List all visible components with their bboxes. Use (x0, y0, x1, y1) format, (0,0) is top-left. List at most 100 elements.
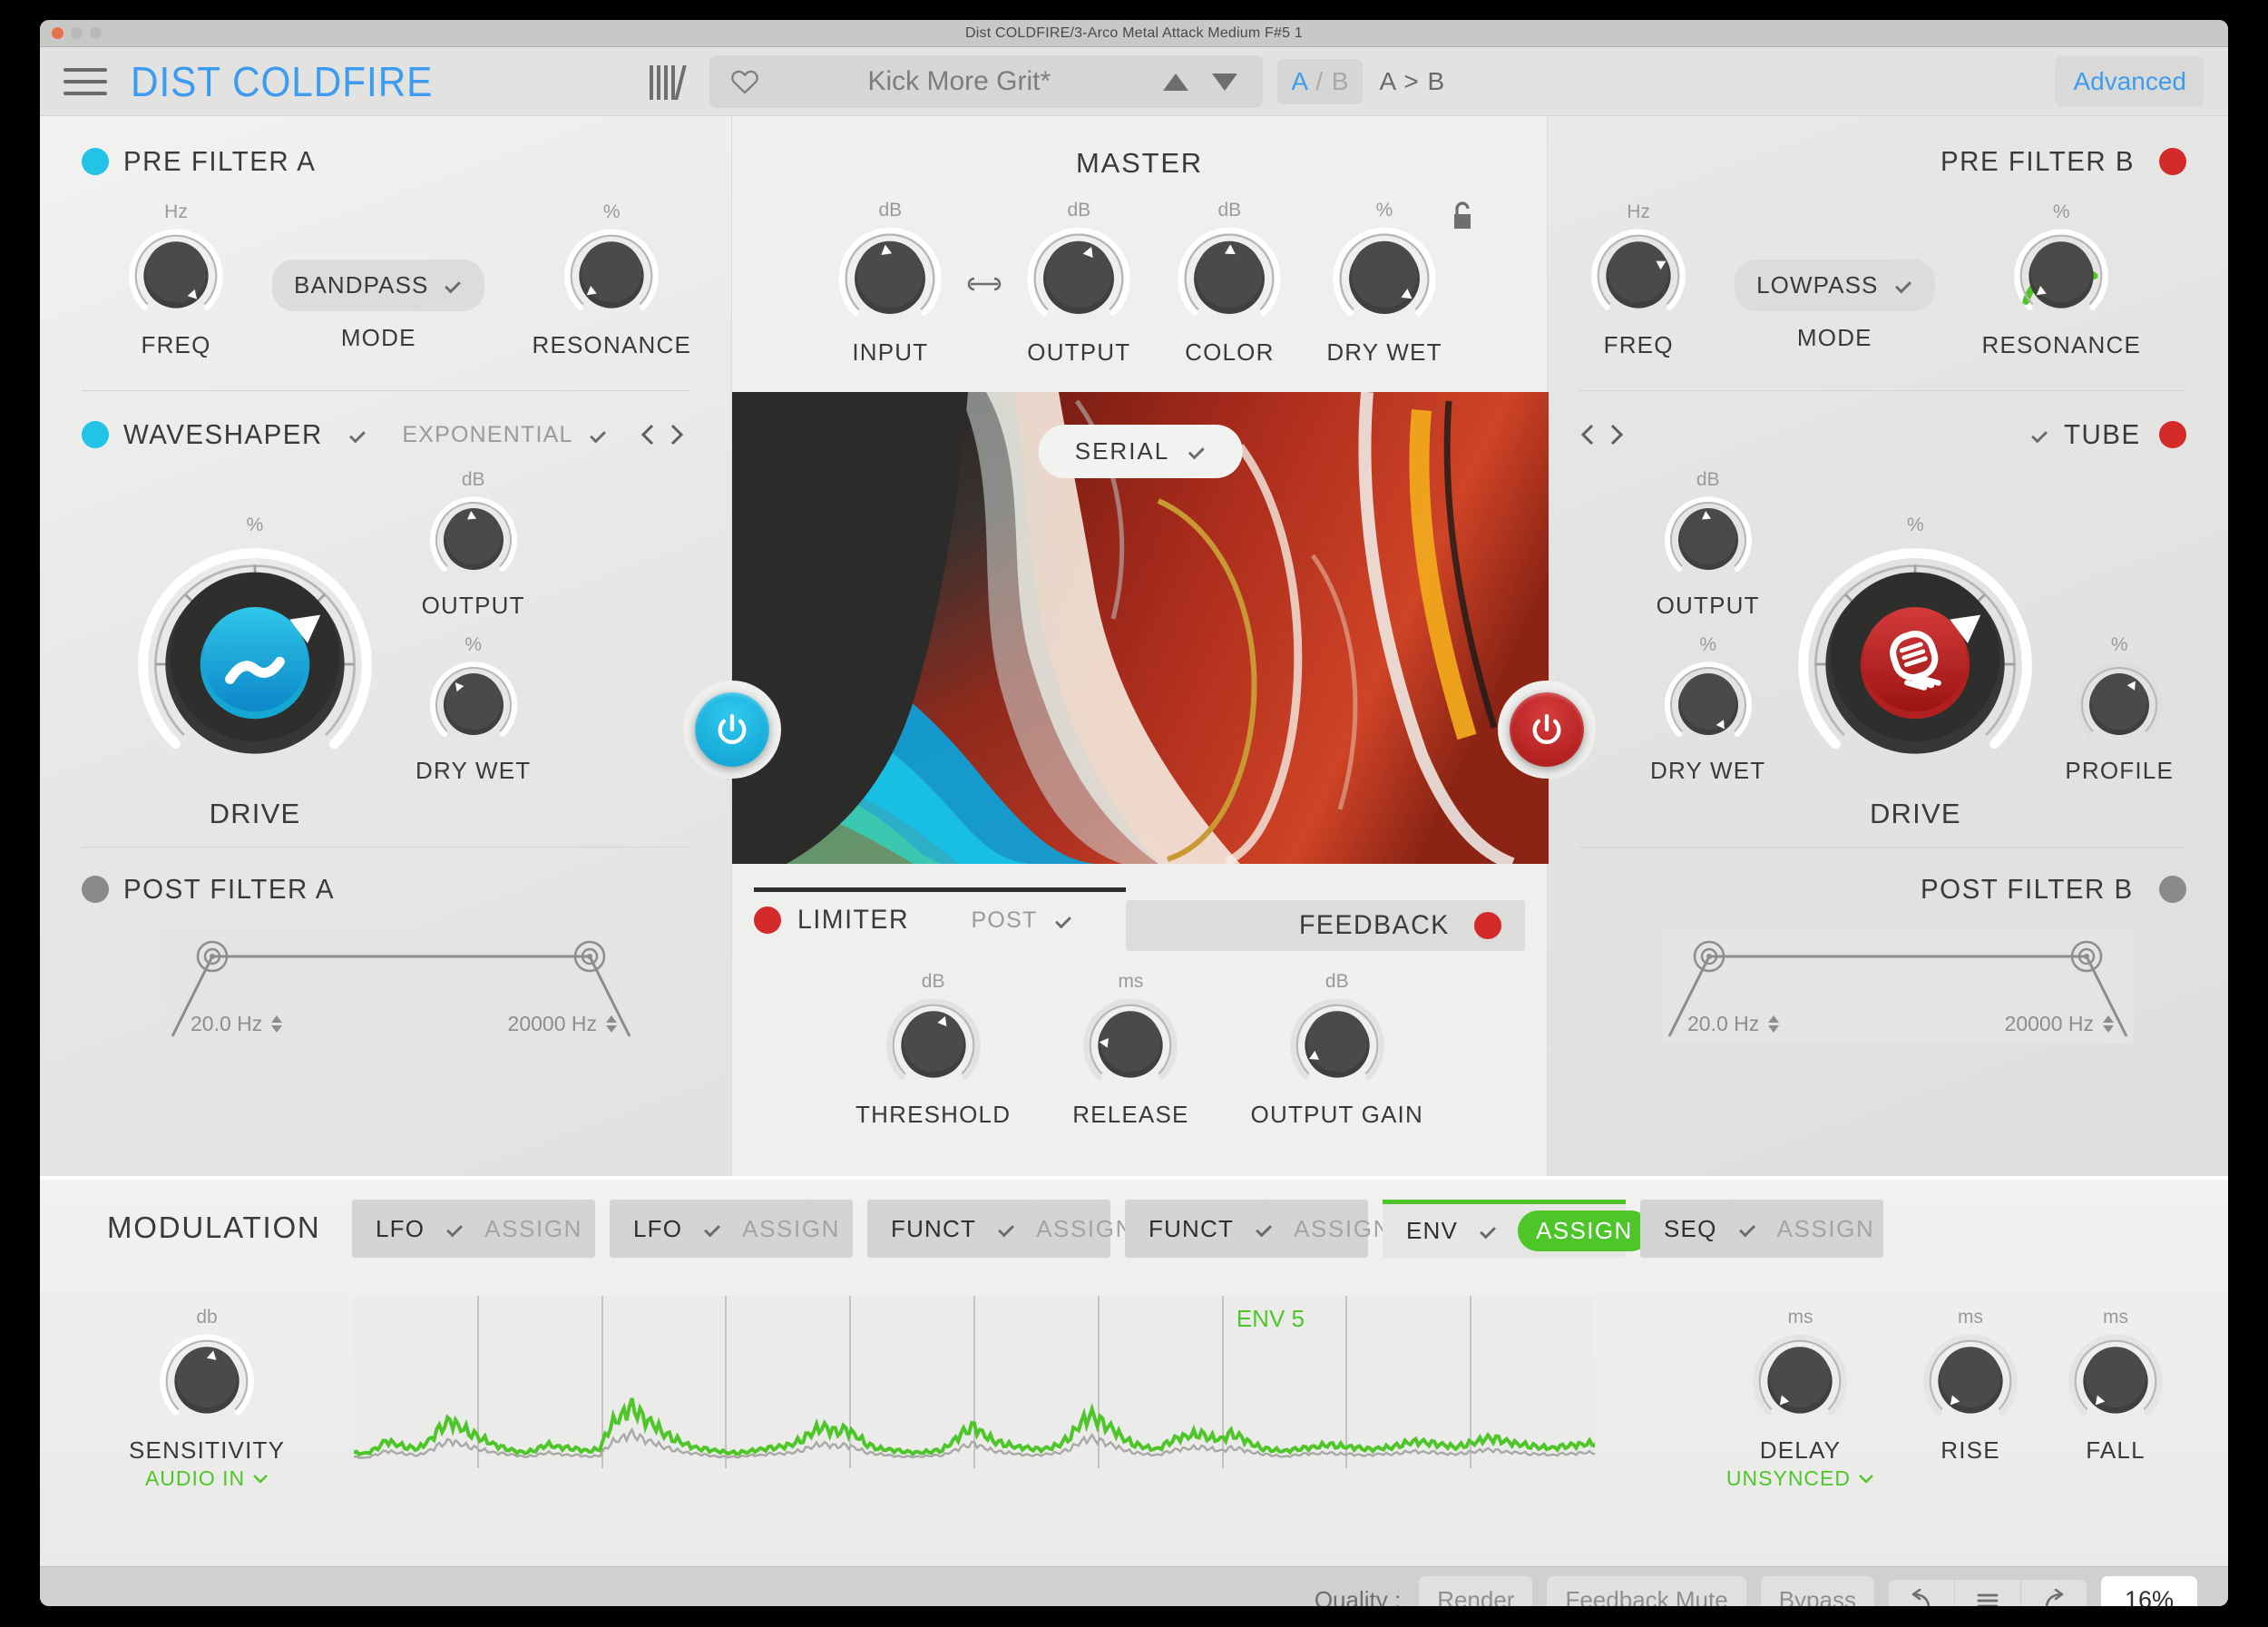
master-color-knob[interactable]: dB COLOR (1176, 200, 1283, 367)
assign-button[interactable]: ASSIGN (1777, 1215, 1875, 1243)
post-filter-a-led-icon[interactable] (82, 876, 109, 903)
knob-dial[interactable] (1176, 225, 1283, 332)
chevron-down-icon[interactable] (1254, 1223, 1274, 1235)
ab-b-label[interactable]: B (1332, 67, 1350, 95)
limiter-led-icon[interactable] (754, 907, 781, 934)
chevron-left-icon[interactable] (1579, 421, 1597, 448)
waveshaper-led-icon[interactable] (82, 421, 109, 448)
modulation-fall-knob[interactable]: ms FALL (2067, 1307, 2165, 1465)
knob-dial[interactable] (127, 227, 225, 325)
assign-button[interactable]: ASSIGN (1294, 1215, 1392, 1243)
preset-bar[interactable]: Kick More Grit* (709, 54, 1264, 108)
post-filter-b-led-icon[interactable] (2159, 876, 2186, 903)
knob-dial[interactable] (428, 660, 519, 750)
pre-filter-b-led-icon[interactable] (2159, 148, 2186, 175)
limiter-header[interactable]: LIMITER POST (754, 887, 1126, 936)
chevron-down-icon[interactable] (1478, 1225, 1498, 1237)
ab-toggle[interactable]: A / B (1277, 58, 1364, 104)
pre-filter-a-resonance-knob[interactable]: % RESONANCE (532, 201, 691, 359)
history-list-button[interactable] (1955, 1579, 2021, 1606)
knob-dial[interactable] (428, 495, 519, 585)
waveshaper-header[interactable]: WAVESHAPER EXPONENTIAL (40, 418, 731, 451)
knob-dial[interactable] (1791, 540, 2039, 789)
zoom-level[interactable]: 16% (2100, 1576, 2197, 1606)
tube-led-icon[interactable] (2159, 421, 2186, 448)
envelope-display[interactable]: ENV 5 (354, 1296, 1595, 1468)
knob-dial[interactable] (1589, 227, 1687, 325)
routing-mode-dropdown[interactable]: SERIAL (1038, 425, 1243, 478)
knob-dial[interactable] (1288, 996, 1386, 1094)
chevron-down-icon[interactable] (1053, 915, 1073, 926)
preset-name[interactable]: Kick More Grit* (773, 66, 1145, 97)
pre-filter-b-freq-knob[interactable]: Hz FREQ (1589, 201, 1687, 359)
waveshaper-drywet-knob[interactable]: % DRY WET (415, 634, 531, 785)
tube-header[interactable]: TUBE (1537, 418, 2228, 451)
modulation-delay-knob[interactable]: ms DELAY UNSYNCED (1726, 1307, 1874, 1491)
tube-drywet-knob[interactable]: % DRY WET (1650, 634, 1765, 785)
link-icon[interactable] (963, 270, 1005, 298)
bypass-button[interactable]: Bypass (1760, 1576, 1874, 1606)
limiter-output-gain-knob[interactable]: dB OUTPUT GAIN (1251, 971, 1423, 1129)
knob-dial[interactable] (2067, 1332, 2165, 1430)
undo-button[interactable] (1889, 1579, 1955, 1606)
limiter-threshold-knob[interactable]: dB THRESHOLD (855, 971, 1011, 1129)
assign-button[interactable]: ASSIGN (1518, 1210, 1651, 1251)
knob-dial[interactable] (1663, 495, 1754, 585)
knob-dial[interactable] (562, 227, 660, 325)
ab-copy-button[interactable]: A > B (1379, 67, 1445, 96)
tube-drive-knob[interactable]: % DRIVE (1791, 515, 2039, 830)
modulation-tab-seq-5[interactable]: SEQ ASSIGN (1640, 1200, 1883, 1258)
pre-filter-a-mode-dropdown[interactable]: BANDPASS (272, 260, 485, 311)
pre-filter-a-led-icon[interactable] (82, 148, 109, 175)
pre-filter-b-resonance-knob[interactable]: % RESONANCE (1982, 201, 2142, 359)
chevron-down-icon[interactable] (588, 429, 608, 441)
limiter-release-knob[interactable]: ms RELEASE (1072, 971, 1188, 1129)
waveshaper-output-knob[interactable]: dB OUTPUT (415, 469, 531, 620)
post-filter-b-low-freq[interactable]: 20.0 Hz (1687, 1012, 1780, 1036)
waveshaper-algorithm[interactable]: EXPONENTIAL (402, 422, 572, 448)
pre-filter-b-header[interactable]: PRE FILTER B (1537, 145, 2228, 178)
feedback-led-icon[interactable] (1474, 912, 1501, 939)
master-drywet-knob[interactable]: % DRY WET (1326, 200, 1471, 367)
modulation-tab-lfo-0[interactable]: LFO ASSIGN (352, 1200, 595, 1258)
chevron-down-icon[interactable] (347, 429, 367, 441)
tube-power-button[interactable] (1510, 692, 1584, 767)
stepper-icon[interactable] (1768, 1015, 1780, 1033)
pre-filter-b-mode-dropdown[interactable]: LOWPASS (1735, 260, 1935, 311)
pre-filter-a-freq-knob[interactable]: Hz FREQ (127, 201, 225, 359)
waveshaper-drive-knob[interactable]: % DRIVE (131, 515, 379, 830)
knob-dial[interactable] (885, 996, 982, 1094)
tube-output-knob[interactable]: dB OUTPUT (1650, 469, 1765, 620)
assign-button[interactable]: ASSIGN (1036, 1215, 1134, 1243)
modulation-tab-funct-2[interactable]: FUNCT ASSIGN (867, 1200, 1132, 1258)
stepper-icon[interactable] (606, 1015, 617, 1033)
post-filter-b-graph[interactable]: 20.0 Hz 20000 Hz (1662, 929, 2134, 1044)
modulation-sensitivity-knob[interactable]: db SENSITIVITY AUDIO IN (129, 1307, 285, 1491)
knob-dial[interactable] (1663, 660, 1754, 750)
preset-prev-icon[interactable] (1158, 68, 1194, 95)
render-button[interactable]: Render (1419, 1576, 1533, 1606)
waveshaper-prev-next[interactable] (639, 421, 686, 448)
master-output-knob[interactable]: dB OUTPUT (1025, 200, 1132, 367)
stepper-icon[interactable] (271, 1015, 283, 1033)
preset-next-icon[interactable] (1207, 68, 1243, 95)
assign-button[interactable]: ASSIGN (742, 1215, 840, 1243)
knob-dial[interactable] (131, 540, 379, 789)
library-icon[interactable] (650, 64, 688, 100)
hamburger-icon[interactable] (64, 67, 107, 95)
chevron-down-icon[interactable] (2029, 429, 2049, 441)
master-input-knob[interactable]: dB INPUT (836, 200, 943, 367)
post-filter-b-high-freq[interactable]: 20000 Hz (2005, 1012, 2114, 1036)
knob-dial[interactable] (1081, 996, 1179, 1094)
post-filter-a-graph[interactable]: 20.0 Hz 20000 Hz (165, 929, 637, 1044)
modulation-tab-env-4[interactable]: ENV ASSIGN (1383, 1200, 1651, 1258)
post-filter-a-low-freq[interactable]: 20.0 Hz (191, 1012, 283, 1036)
modulation-source-dropdown[interactable]: AUDIO IN (145, 1466, 269, 1491)
heart-icon[interactable] (729, 66, 760, 97)
modulation-rise-knob[interactable]: ms RISE (1921, 1307, 2019, 1465)
chevron-down-icon[interactable] (702, 1223, 722, 1235)
knob-dial[interactable] (2012, 227, 2110, 325)
assign-button[interactable]: ASSIGN (484, 1215, 582, 1243)
unlock-icon[interactable] (1446, 198, 1477, 234)
post-filter-a-header[interactable]: POST FILTER A (40, 873, 731, 906)
